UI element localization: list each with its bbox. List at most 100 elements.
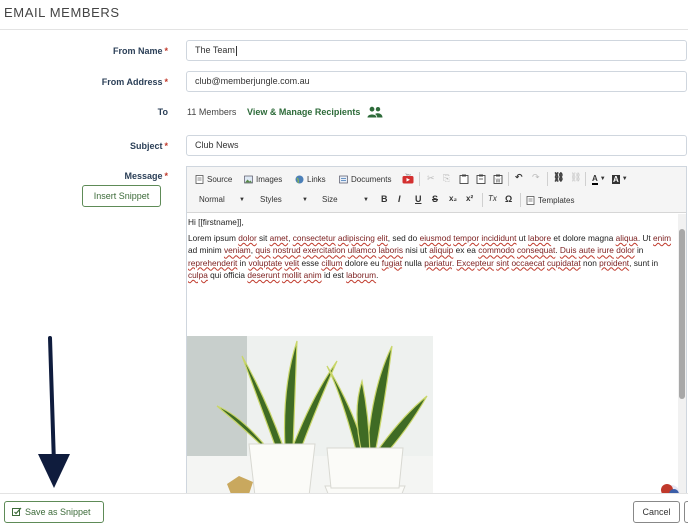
lorem-text: qui officia — [207, 269, 248, 280]
links-button[interactable]: Links — [295, 172, 326, 186]
undo-icon[interactable]: ↶ — [515, 172, 523, 183]
subject-input[interactable]: Club News — [186, 135, 687, 156]
from-address-value: club@memberjungle.com.au — [195, 76, 310, 86]
spellcheck-word: fugiat — [381, 257, 403, 268]
message-label-text: Message — [124, 171, 163, 181]
redo-icon[interactable]: ↷ — [532, 172, 540, 183]
from-address-input[interactable]: club@memberjungle.com.au — [186, 71, 687, 92]
editor-toolbar: Source Images Links Documents You ✂ ⎘ W … — [187, 167, 686, 213]
save-as-snippet-button[interactable]: Save as Snippet — [4, 501, 104, 523]
source-button[interactable]: Source — [195, 172, 232, 186]
text-color-button[interactable]: A ▼ — [592, 172, 606, 186]
special-char-button[interactable]: Ω — [505, 194, 512, 204]
spellcheck-word: cillum — [321, 257, 343, 268]
message-label: Message * — [0, 171, 168, 181]
styles-select[interactable]: Styles ▼ — [256, 193, 310, 207]
spellcheck-word: adipiscing — [337, 233, 375, 244]
spellcheck-word: sint — [496, 257, 510, 268]
required-mark: * — [164, 141, 168, 151]
link-icon[interactable]: ⛓ — [553, 172, 564, 183]
spellcheck-word: veniam — [223, 245, 251, 256]
text-cursor — [235, 45, 237, 56]
spellcheck-word: dolor — [238, 233, 257, 244]
toolbar-separator — [508, 172, 509, 186]
italic-button[interactable]: I — [398, 194, 401, 204]
youtube-icon[interactable]: You — [402, 173, 414, 184]
send-button-edge[interactable] — [684, 501, 688, 523]
spellcheck-word: aliquip — [429, 245, 454, 256]
spellcheck-word: ullamco — [347, 245, 377, 256]
from-address-label: From Address * — [0, 77, 168, 87]
chevron-down-icon: ▼ — [239, 197, 245, 203]
subscript-button[interactable]: x₂ — [449, 194, 457, 203]
source-icon — [195, 174, 204, 184]
format-value: Normal — [199, 195, 225, 204]
spellcheck-word: deserunt — [247, 269, 280, 280]
spellcheck-word: exercitation — [302, 245, 346, 256]
images-button[interactable]: Images — [244, 172, 282, 186]
people-icon[interactable] — [367, 106, 383, 118]
editor-scrollbar-thumb[interactable] — [679, 229, 685, 399]
page-title: EMAIL MEMBERS — [4, 5, 120, 20]
manage-recipients-link[interactable]: View & Manage Recipients — [247, 107, 360, 117]
toolbar-separator — [482, 193, 483, 207]
cancel-button[interactable]: Cancel — [633, 501, 680, 523]
rich-text-editor[interactable]: Source Images Links Documents You ✂ ⎘ W … — [186, 166, 687, 496]
spellcheck-word: tempor — [453, 233, 480, 244]
lorem-text: in — [634, 245, 644, 256]
lorem-text: . — [376, 269, 379, 280]
paste-text-icon[interactable] — [476, 174, 486, 184]
required-mark: * — [164, 171, 168, 181]
from-name-label: From Name * — [0, 46, 168, 56]
cut-icon[interactable]: ✂ — [427, 173, 435, 184]
bold-button[interactable]: B — [381, 194, 388, 204]
source-label: Source — [207, 174, 233, 184]
spellcheck-word: labore — [528, 233, 552, 244]
paste-word-icon[interactable]: W — [493, 174, 503, 184]
spellcheck-word: velit — [284, 257, 300, 268]
spellcheck-word: incididunt — [481, 233, 517, 244]
lorem-text: ad minim — [188, 245, 224, 256]
greeting-line: Hi [[firstname]], — [188, 217, 244, 227]
lorem-text: , sunt in — [629, 257, 659, 268]
from-address-label-text: From Address — [101, 77, 163, 87]
lorem-text: et dolore magna — [551, 233, 616, 244]
from-name-input[interactable]: The Team — [186, 40, 687, 61]
subject-label-text: Subject — [129, 141, 163, 151]
unlink-icon[interactable]: ⛓ — [570, 172, 581, 183]
spellcheck-word: irure — [597, 245, 614, 256]
toolbar-separator — [419, 172, 420, 186]
chevron-down-icon: ▼ — [621, 176, 628, 182]
underline-button[interactable]: U — [415, 194, 422, 204]
paste-icon[interactable] — [459, 174, 469, 184]
templates-button[interactable]: Templates — [526, 193, 574, 207]
lorem-paragraph: Lorem ipsum dolor sit amet, consectetur … — [188, 232, 677, 281]
page-header: EMAIL MEMBERS — [0, 0, 688, 30]
spellcheck-word: consectetur — [292, 233, 336, 244]
svg-text:W: W — [496, 179, 501, 185]
lorem-text: sit — [256, 233, 270, 244]
spellcheck-word: reprehenderit — [188, 257, 238, 268]
globe-link-icon — [295, 175, 304, 183]
strikethrough-button[interactable]: S — [432, 194, 438, 204]
spellcheck-word: dolor — [616, 245, 635, 256]
annotation-arrow — [38, 336, 70, 488]
lorem-text: ut — [516, 233, 528, 244]
copy-icon[interactable]: ⎘ — [443, 173, 450, 184]
superscript-button[interactable]: x² — [466, 194, 473, 203]
image-icon — [244, 175, 253, 183]
remove-format-button[interactable]: Tx — [488, 194, 497, 203]
editor-content[interactable]: Hi [[firstname]], Lorem ipsum dolor sit … — [187, 214, 677, 496]
format-select[interactable]: Normal ▼ — [195, 193, 247, 207]
required-mark: * — [164, 46, 168, 56]
images-label: Images — [256, 174, 283, 184]
documents-label: Documents — [351, 174, 392, 184]
bg-color-button[interactable]: A ▼ — [612, 172, 628, 186]
spellcheck-word: anim — [303, 269, 322, 280]
lorem-text: in — [237, 257, 249, 268]
form-footer: Save as Snippet Cancel — [0, 493, 688, 528]
chevron-down-icon: ▼ — [302, 197, 308, 203]
size-select[interactable]: Size ▼ — [318, 193, 371, 207]
insert-snippet-button[interactable]: Insert Snippet — [82, 185, 161, 207]
documents-button[interactable]: Documents — [339, 172, 391, 186]
